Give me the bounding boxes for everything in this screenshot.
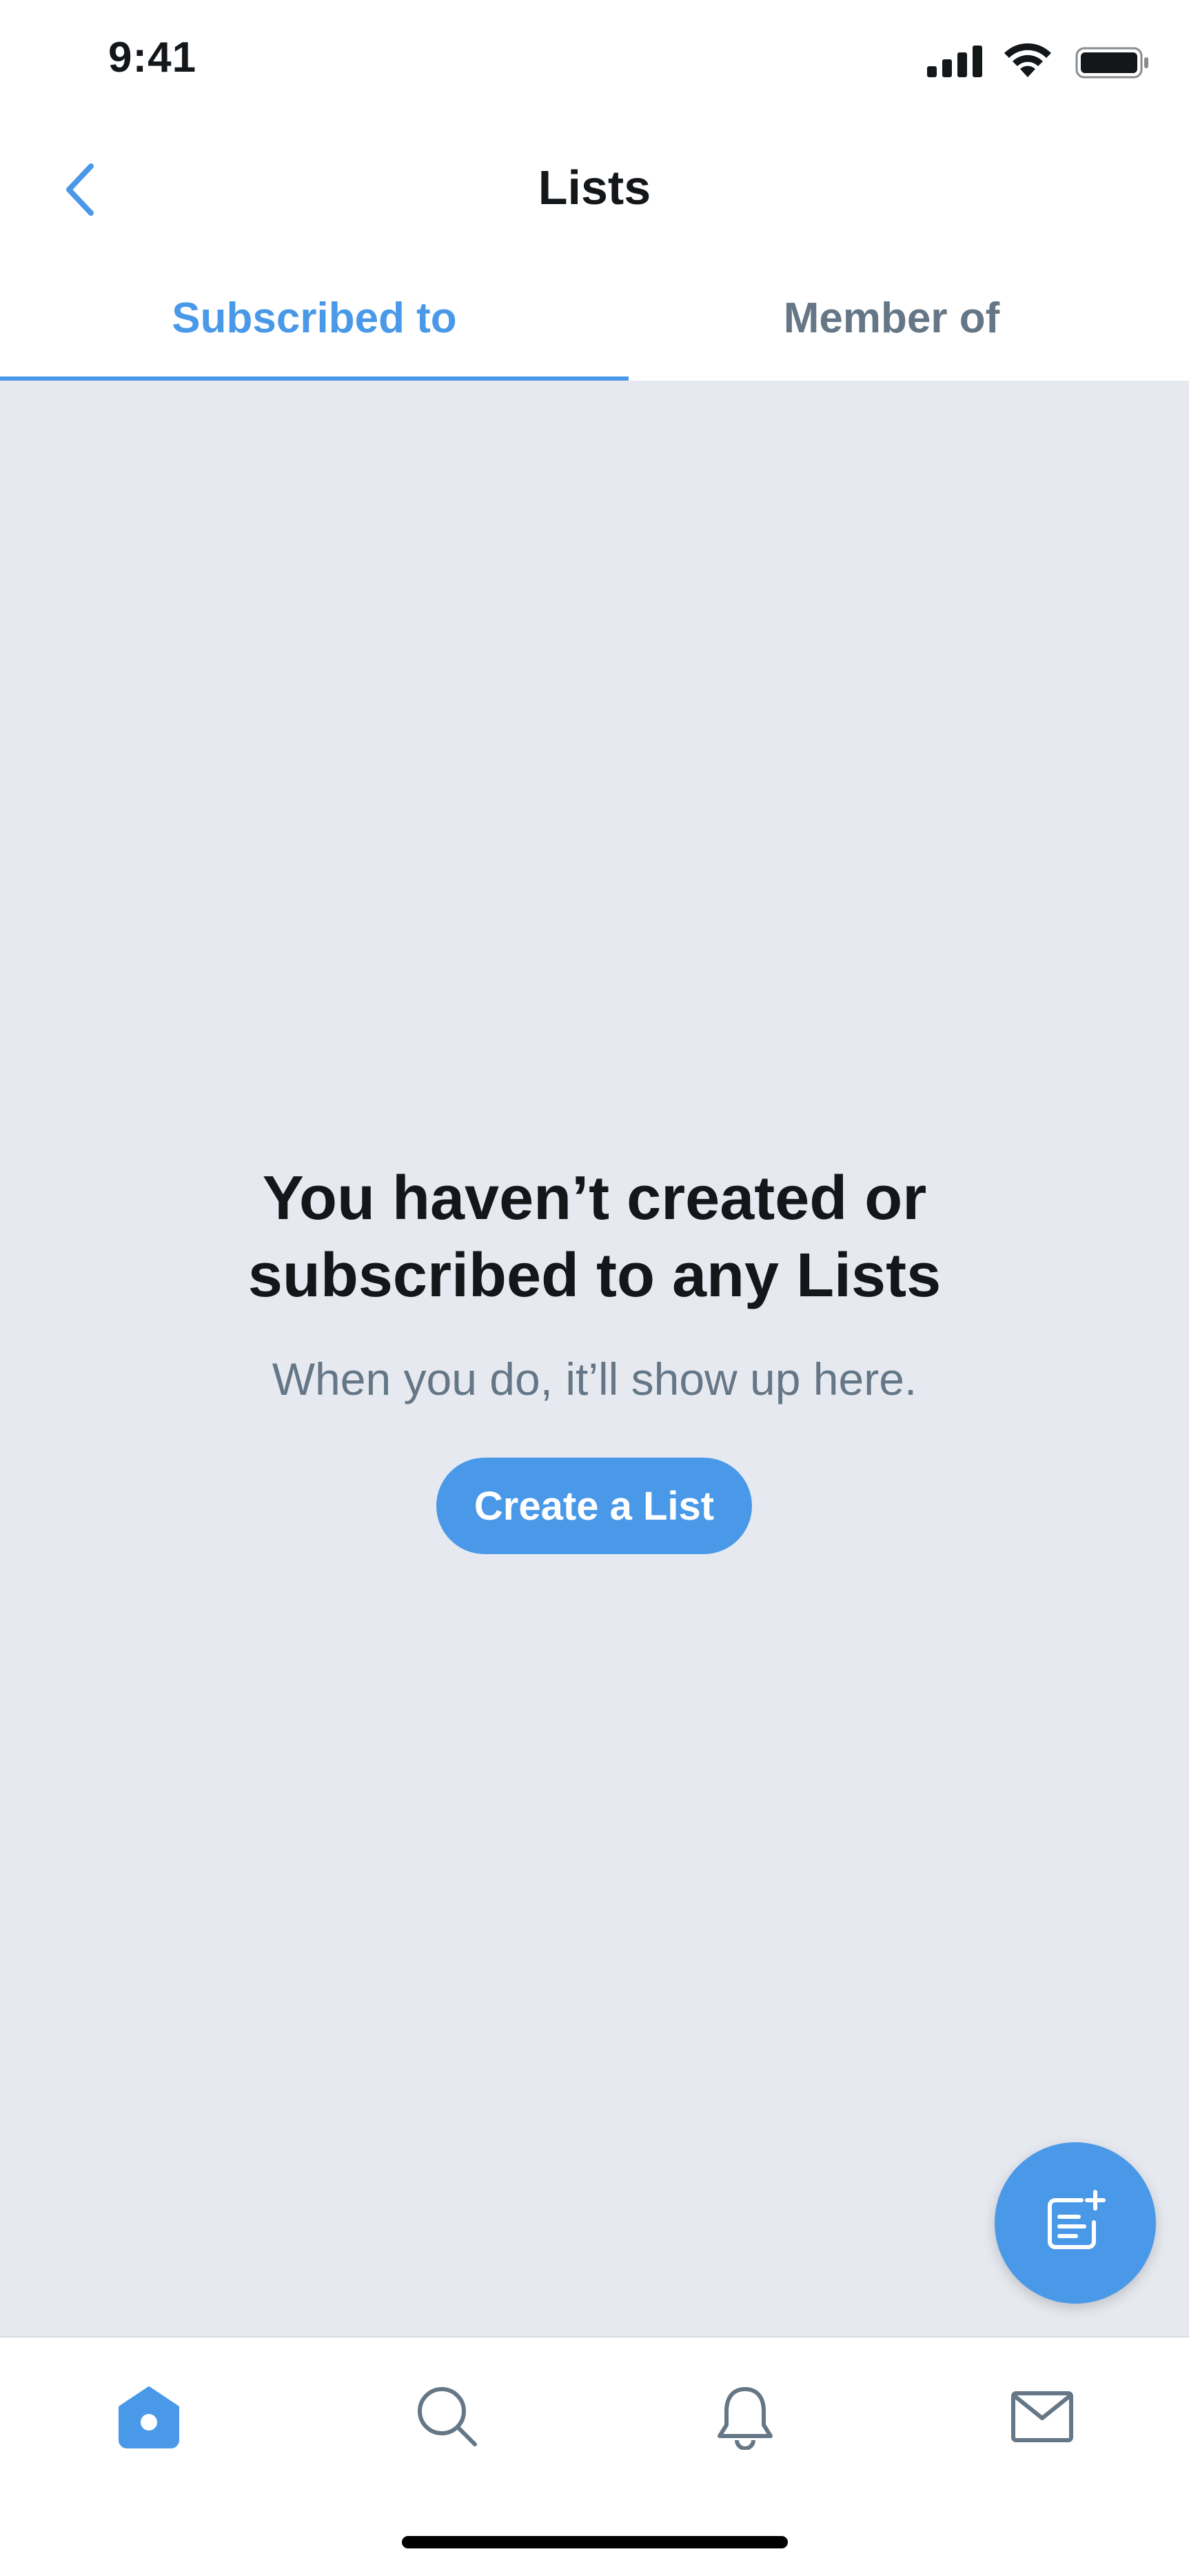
notifications-icon <box>718 2387 773 2450</box>
battery-icon <box>1075 47 1148 79</box>
search-icon <box>418 2387 477 2446</box>
status-time: 9:41 <box>108 34 197 81</box>
empty-state-subtitle: When you do, it’ll show up here. <box>272 1354 917 1405</box>
home-icon <box>119 2386 179 2448</box>
tab-bar-top: Subscribed to Member of <box>0 255 1189 382</box>
empty-state-title-line: subscribed to any Lists <box>247 1241 942 1310</box>
signal-icon <box>927 46 982 77</box>
empty-state-title-line: You haven’t created or <box>262 1164 927 1233</box>
messages-icon <box>1011 2391 1073 2442</box>
empty-state-title: You haven’t created or subscribed to any… <box>0 1160 1189 1314</box>
page-title: Lists <box>538 161 651 214</box>
tab-subscribed-to[interactable]: Subscribed to <box>0 255 629 381</box>
new-list-icon <box>1048 2190 1106 2249</box>
tab-label: Subscribed to <box>172 294 457 342</box>
tab-label: Member of <box>783 294 1000 342</box>
status-bar: 9:41 <box>0 0 1189 124</box>
tab-home[interactable] <box>104 2372 194 2462</box>
wifi-icon <box>1004 43 1051 77</box>
lists-content: You haven’t created or subscribed to any… <box>0 381 1189 2336</box>
new-list-fab[interactable] <box>995 2142 1156 2304</box>
navigation-bar: Lists <box>0 124 1189 255</box>
tab-notifications[interactable] <box>700 2372 790 2462</box>
tab-search[interactable] <box>403 2372 492 2462</box>
bottom-tab-bar <box>0 2336 1189 2576</box>
home-indicator[interactable] <box>402 2536 788 2548</box>
tab-messages[interactable] <box>997 2372 1087 2462</box>
tab-member-of[interactable]: Member of <box>594 255 1189 381</box>
create-list-button[interactable]: Create a List <box>436 1458 752 1554</box>
